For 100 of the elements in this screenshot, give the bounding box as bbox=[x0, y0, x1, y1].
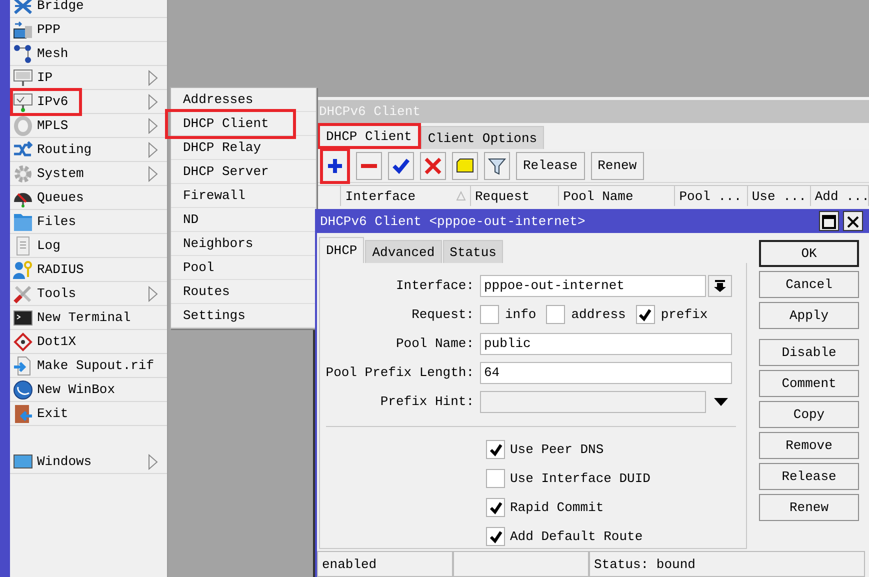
sidebar-item[interactable]: IP bbox=[10, 66, 167, 90]
terminal-icon bbox=[13, 308, 33, 328]
sidebar-item[interactable]: Mesh bbox=[10, 42, 167, 66]
globe-icon bbox=[13, 380, 33, 400]
remove-button[interactable] bbox=[356, 152, 382, 180]
dropdown-button[interactable] bbox=[708, 274, 732, 296]
cross-icon bbox=[423, 156, 443, 176]
status-cell: enabled bbox=[317, 551, 453, 577]
field-label: Prefix Hint: bbox=[379, 394, 475, 409]
field-label: Pool Prefix Length: bbox=[324, 365, 475, 380]
input-field[interactable]: 64 bbox=[480, 362, 732, 384]
checkbox[interactable] bbox=[486, 440, 505, 459]
close-icon bbox=[846, 214, 860, 229]
tools-icon bbox=[13, 284, 33, 304]
column-header[interactable]: Interface bbox=[341, 185, 471, 206]
input-field[interactable]: public bbox=[480, 332, 732, 354]
note-button[interactable] bbox=[452, 152, 478, 180]
add-button[interactable] bbox=[320, 148, 350, 184]
sidebar-item[interactable]: RADIUS bbox=[10, 258, 167, 282]
sidebar-item[interactable]: Routing bbox=[10, 138, 167, 162]
tab[interactable]: DHCP Client bbox=[317, 123, 421, 149]
sidebar-item[interactable]: IPv6 bbox=[10, 90, 167, 114]
checkbox[interactable] bbox=[486, 498, 505, 517]
dialog-button[interactable]: Disable bbox=[759, 339, 859, 366]
menu-item[interactable]: DHCP Server bbox=[171, 160, 316, 184]
sidebar-item[interactable]: Make Supout.rif bbox=[10, 354, 167, 378]
menu-item[interactable]: DHCP Relay bbox=[171, 136, 316, 160]
dialog-button[interactable]: Renew bbox=[759, 494, 859, 521]
sidebar-item[interactable]: System bbox=[10, 162, 167, 186]
sidebar-item[interactable]: Exit bbox=[10, 402, 167, 426]
note-icon bbox=[455, 156, 475, 176]
check-icon bbox=[488, 442, 502, 456]
column-header[interactable]: Request bbox=[470, 185, 560, 206]
check-icon bbox=[638, 308, 652, 322]
exit-icon bbox=[13, 404, 33, 424]
window-title: DHCPv6 Client <pppoe-out-internet> bbox=[320, 214, 586, 228]
sidebar-item[interactable]: Tools bbox=[10, 282, 167, 306]
combo-field[interactable] bbox=[480, 390, 706, 412]
network-icon bbox=[13, 20, 33, 40]
dropdown-icon bbox=[714, 398, 728, 406]
maximize-button[interactable] bbox=[819, 211, 839, 231]
sidebar-item[interactable]: Windows bbox=[10, 450, 167, 474]
sidebar-item[interactable]: New WinBox bbox=[10, 378, 167, 402]
ring-icon bbox=[13, 116, 33, 136]
folder-icon bbox=[13, 212, 33, 232]
column-header[interactable]: Use ... bbox=[748, 185, 811, 206]
dropdown-icon bbox=[713, 279, 727, 294]
field-label: Request: bbox=[410, 307, 475, 322]
mesh-icon bbox=[13, 44, 33, 64]
toolbar-button[interactable]: Renew bbox=[590, 152, 644, 180]
sidebar-item[interactable]: Log bbox=[10, 234, 167, 258]
check-icon bbox=[488, 500, 502, 514]
sidebar-item[interactable]: MPLS bbox=[10, 114, 167, 138]
tab[interactable]: Client Options bbox=[420, 126, 544, 149]
check-button[interactable] bbox=[388, 152, 414, 180]
sidebar-item[interactable]: New Terminal bbox=[10, 306, 167, 330]
checkbox[interactable] bbox=[486, 527, 505, 546]
sidebar-item[interactable]: Dot1X bbox=[10, 330, 167, 354]
dialog-button[interactable]: Comment bbox=[759, 370, 859, 397]
dialog-button[interactable]: Apply bbox=[759, 302, 859, 329]
diamond-icon bbox=[13, 332, 33, 352]
sidebar-item[interactable]: Files bbox=[10, 210, 167, 234]
document-icon bbox=[13, 356, 33, 376]
check-icon bbox=[488, 530, 502, 544]
dialog-button[interactable]: OK bbox=[759, 240, 859, 267]
gear-icon bbox=[13, 164, 33, 184]
checkbox[interactable] bbox=[480, 305, 499, 324]
filter-icon bbox=[487, 156, 507, 176]
tab[interactable]: DHCP bbox=[319, 237, 364, 263]
dialog-button[interactable]: Release bbox=[759, 463, 859, 490]
bridge-icon bbox=[13, 0, 33, 16]
menu-item[interactable]: Firewall bbox=[171, 184, 316, 208]
window-icon bbox=[13, 452, 33, 472]
sidebar-item[interactable]: Queues bbox=[10, 186, 167, 210]
checkbox-label: Rapid Commit bbox=[510, 500, 604, 515]
column-header[interactable]: Add ... bbox=[810, 185, 869, 206]
filter-button[interactable] bbox=[484, 152, 510, 180]
toolbar-button[interactable]: Release bbox=[516, 152, 585, 180]
menu-item[interactable]: Addresses bbox=[171, 88, 316, 112]
column-header[interactable]: Pool ... bbox=[675, 185, 748, 206]
checkbox-label: Use Peer DNS bbox=[510, 442, 604, 457]
checkbox-label: address bbox=[571, 307, 626, 322]
checkbox[interactable] bbox=[546, 305, 566, 324]
column-header[interactable]: Pool Name bbox=[559, 185, 676, 206]
dropdown-field[interactable]: pppoe-out-internet bbox=[480, 274, 706, 296]
checkbox[interactable] bbox=[636, 305, 655, 324]
checkbox[interactable] bbox=[486, 469, 505, 488]
cross-button[interactable] bbox=[420, 152, 446, 180]
close-button[interactable] bbox=[843, 211, 863, 231]
sidebar-item[interactable]: PPP bbox=[10, 18, 167, 42]
dialog-button[interactable]: Cancel bbox=[759, 271, 859, 298]
dialog-button[interactable]: Copy bbox=[759, 401, 859, 428]
dialog-button[interactable]: Remove bbox=[759, 432, 859, 459]
tab[interactable]: Status bbox=[442, 240, 504, 263]
checkbox-label: Use Interface DUID bbox=[510, 471, 650, 486]
status-cell: Status: bound bbox=[589, 551, 865, 577]
routing-icon bbox=[13, 140, 33, 160]
tab[interactable]: Advanced bbox=[365, 240, 442, 263]
menu-item[interactable]: DHCP Client bbox=[171, 112, 316, 136]
checkbox-label: prefix bbox=[660, 307, 708, 322]
